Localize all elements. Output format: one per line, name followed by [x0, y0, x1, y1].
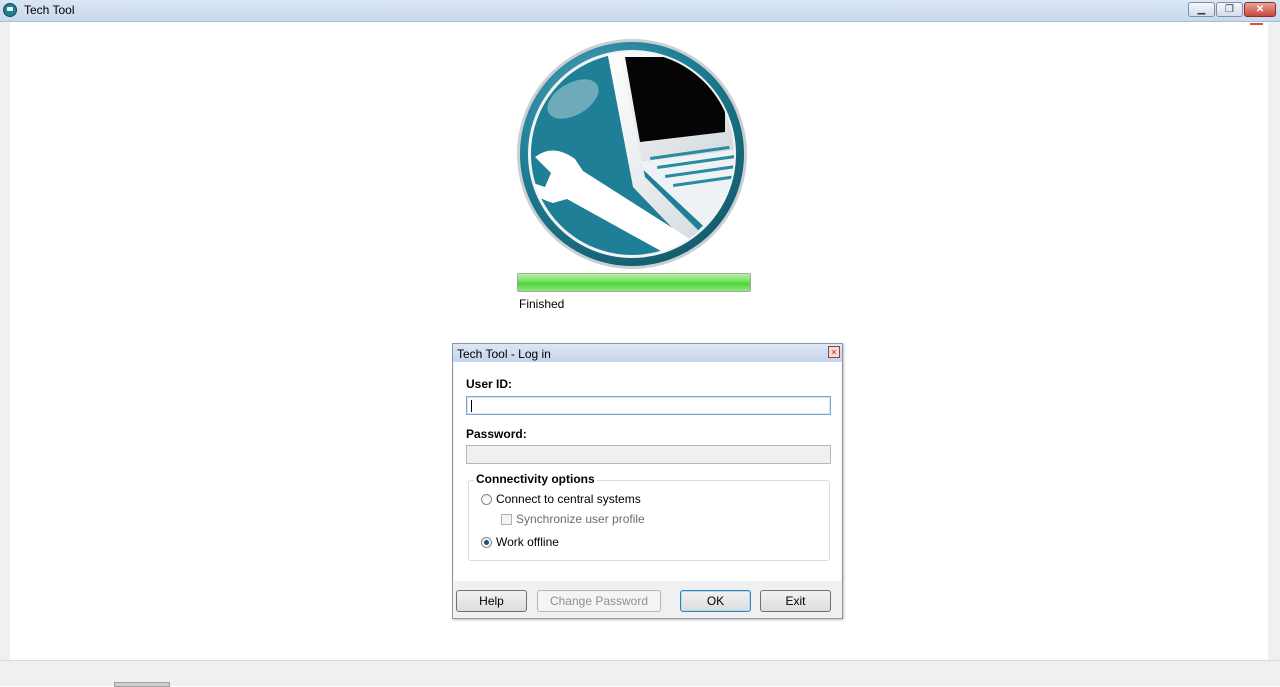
user-id-label: User ID:	[466, 377, 513, 391]
dialog-title-bar: Tech Tool - Log in ×	[453, 344, 842, 362]
password-label: Password:	[466, 427, 527, 441]
window-title: Tech Tool	[24, 3, 75, 17]
restore-button[interactable]: ❐	[1216, 2, 1243, 17]
sync-profile-label: Synchronize user profile	[516, 512, 645, 526]
change-password-button[interactable]: Change Password	[537, 590, 661, 612]
connect-central-option[interactable]: Connect to central systems	[481, 492, 641, 506]
exit-button[interactable]: Exit	[760, 590, 831, 612]
app-icon	[3, 3, 17, 17]
work-offline-radio[interactable]	[481, 536, 492, 548]
close-button[interactable]: ✕	[1244, 2, 1276, 17]
ok-button[interactable]: OK	[680, 590, 751, 612]
loading-progress-bar	[517, 273, 751, 292]
left-border	[0, 22, 10, 660]
dialog-body: User ID: Password: Connectivity options …	[454, 362, 841, 581]
status-bar	[0, 660, 1280, 686]
text-cursor	[471, 400, 472, 412]
work-offline-option[interactable]: Work offline	[481, 535, 559, 549]
help-button[interactable]: Help	[456, 590, 527, 612]
connect-central-label: Connect to central systems	[496, 492, 641, 506]
work-offline-label: Work offline	[496, 535, 559, 549]
connect-central-radio[interactable]	[481, 493, 492, 505]
dialog-title: Tech Tool - Log in	[457, 347, 551, 361]
connectivity-legend: Connectivity options	[474, 472, 597, 486]
progress-status-label: Finished	[519, 297, 565, 311]
tech-tool-logo	[517, 39, 747, 269]
login-dialog: Tech Tool - Log in × User ID: Password: …	[452, 343, 843, 619]
minimize-button[interactable]: ▁	[1188, 2, 1215, 17]
sync-profile-option[interactable]: Synchronize user profile	[501, 512, 645, 526]
dialog-close-button[interactable]: ×	[828, 346, 840, 358]
password-input[interactable]	[466, 445, 831, 464]
progress-fill	[518, 274, 750, 291]
window-title-bar: Tech Tool ▁ ❐ ✕	[0, 0, 1280, 22]
title-accent	[1250, 23, 1263, 25]
right-border	[1268, 22, 1280, 660]
user-id-input[interactable]	[466, 396, 831, 415]
sync-profile-checkbox[interactable]	[501, 513, 512, 525]
